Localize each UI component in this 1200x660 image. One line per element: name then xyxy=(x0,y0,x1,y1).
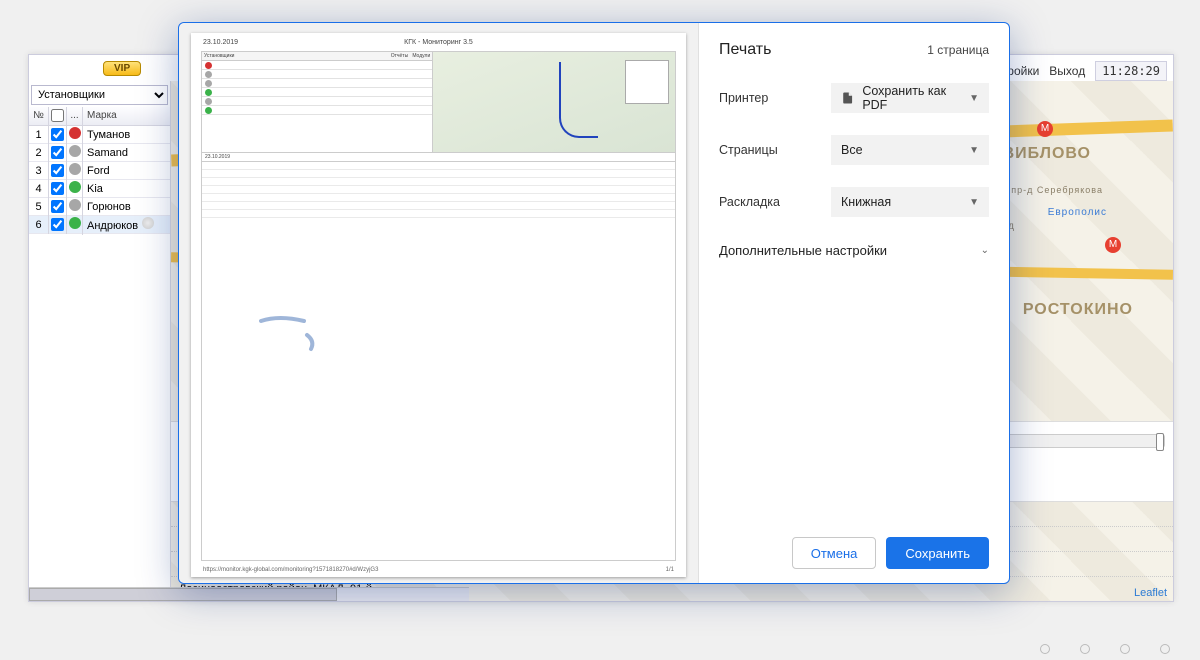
clock: 11:28:29 xyxy=(1095,61,1167,81)
row-index: 1 xyxy=(29,126,49,144)
printer-value: Сохранить как PDF xyxy=(862,84,969,112)
row-label: Горюнов xyxy=(83,198,170,216)
layout-select[interactable]: Книжная ▼ xyxy=(831,187,989,217)
row-index: 5 xyxy=(29,198,49,216)
print-preview-page: 23.10.2019 КГК - Мониторинг 3.5 Установщ… xyxy=(191,33,686,577)
logout-link[interactable]: Выход xyxy=(1049,64,1085,78)
row-checkbox[interactable] xyxy=(51,164,64,177)
row-checkbox[interactable] xyxy=(51,182,64,195)
print-page-count: 1 страница xyxy=(927,43,989,57)
status-icon xyxy=(69,145,81,157)
print-dialog: 23.10.2019 КГК - Мониторинг 3.5 Установщ… xyxy=(178,22,1010,584)
preview-page-num: 1/1 xyxy=(666,567,674,573)
metro-icon: М xyxy=(1105,237,1121,253)
row-label: Андрюков xyxy=(83,214,170,235)
timeline-handle[interactable] xyxy=(1156,433,1164,451)
layout-label: Раскладка xyxy=(719,195,831,209)
chevron-down-icon: ▼ xyxy=(969,145,979,156)
row-index: 2 xyxy=(29,144,49,162)
street-label: пр-д Серебрякова xyxy=(1011,185,1103,195)
chevron-down-icon: ▼ xyxy=(969,197,979,208)
select-all-checkbox[interactable] xyxy=(51,109,64,122)
pages-value: Все xyxy=(841,143,863,157)
status-icon xyxy=(69,199,81,211)
print-options: Печать 1 страница Принтер Сохранить как … xyxy=(699,23,1009,583)
status-icon xyxy=(69,127,81,139)
print-title: Печать xyxy=(719,41,771,59)
row-index: 4 xyxy=(29,180,49,198)
row-checkbox[interactable] xyxy=(51,128,64,141)
extra-icon xyxy=(142,217,154,229)
list-item[interactable]: 1 Туманов xyxy=(29,126,170,144)
col-n: № xyxy=(29,107,49,125)
chevron-down-icon: ⌄ xyxy=(981,245,989,256)
district-label: РОСТОКИНО xyxy=(1023,301,1133,319)
preview-events: 23.10.2019 xyxy=(202,152,675,560)
status-icon xyxy=(69,217,81,229)
status-icon xyxy=(69,181,81,193)
row-checkbox[interactable] xyxy=(51,146,64,159)
poi-label: Европолис xyxy=(1048,207,1107,218)
list-item[interactable]: 6 Андрюков xyxy=(29,216,170,234)
row-label: Туманов xyxy=(83,126,170,144)
col-chk xyxy=(49,107,67,125)
pages-select[interactable]: Все ▼ xyxy=(831,135,989,165)
status-icon xyxy=(69,163,81,175)
more-settings-label: Дополнительные настройки xyxy=(719,243,887,258)
preview-map xyxy=(433,52,675,152)
row-label: Kia xyxy=(83,180,170,198)
scrollbar-thumb[interactable] xyxy=(29,588,337,601)
group-select[interactable]: Установщики xyxy=(31,85,168,105)
metro-icon: М xyxy=(1037,121,1053,137)
layout-value: Книжная xyxy=(841,195,891,209)
pages-label: Страницы xyxy=(719,143,831,157)
preview-url: https://monitor.kgk-global.com/monitorin… xyxy=(203,567,378,573)
printer-select[interactable]: Сохранить как PDF ▼ xyxy=(831,83,989,113)
row-index: 3 xyxy=(29,162,49,180)
list-item[interactable]: 3 Ford xyxy=(29,162,170,180)
print-preview-pane: 23.10.2019 КГК - Мониторинг 3.5 Установщ… xyxy=(179,23,699,583)
grid-header: № ... Марка xyxy=(29,107,170,126)
chevron-down-icon: ▼ xyxy=(969,93,979,104)
preview-title: КГК - Мониторинг 3.5 xyxy=(404,39,473,46)
row-label: Samand xyxy=(83,144,170,162)
row-checkbox[interactable] xyxy=(51,218,64,231)
preview-content: УстановщикиОтчёты Модули 23.10.2019 xyxy=(201,51,676,561)
more-settings-toggle[interactable]: Дополнительные настройки ⌄ xyxy=(719,243,989,258)
col-dots: ... xyxy=(67,107,83,125)
row-index: 6 xyxy=(29,216,49,234)
sidebar: Установщики № ... Марка 1Туманов2Samand3… xyxy=(29,81,171,601)
save-button[interactable]: Сохранить xyxy=(886,537,989,569)
row-label: Ford xyxy=(83,162,170,180)
preview-table: УстановщикиОтчёты Модули xyxy=(202,52,433,152)
cancel-button[interactable]: Отмена xyxy=(792,537,877,569)
sidebar-scrollbar[interactable] xyxy=(29,587,469,601)
row-checkbox[interactable] xyxy=(51,200,64,213)
page-indicators xyxy=(1040,644,1170,654)
col-label: Марка xyxy=(83,107,170,125)
preview-events-date: 23.10.2019 xyxy=(202,153,675,162)
vip-badge: VIP xyxy=(103,61,141,76)
preview-date: 23.10.2019 xyxy=(203,39,238,46)
printer-label: Принтер xyxy=(719,91,831,105)
list-item[interactable]: 4 Kia xyxy=(29,180,170,198)
list-item[interactable]: 2 Samand xyxy=(29,144,170,162)
pdf-file-icon xyxy=(841,91,854,105)
